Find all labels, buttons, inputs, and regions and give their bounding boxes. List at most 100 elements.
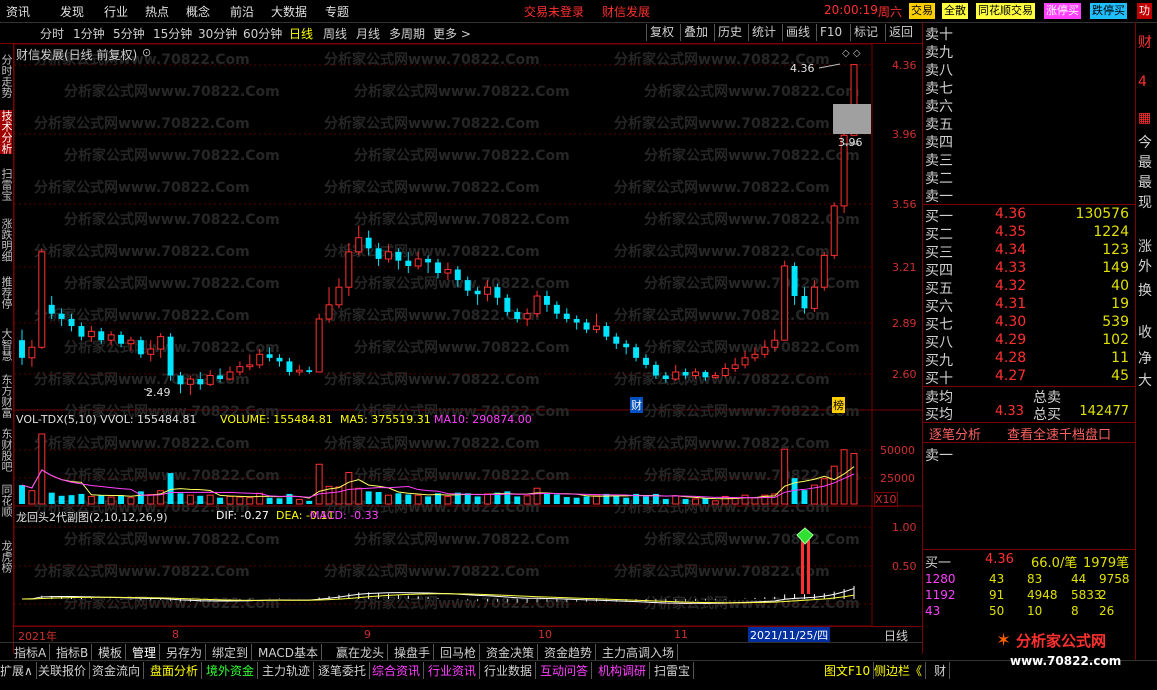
bottom-toolbar-item[interactable]: 综合资讯	[372, 662, 425, 679]
buy-level-row[interactable]: 买五 4.32 40	[923, 278, 1135, 297]
tab-multi-period[interactable]: 多周期	[389, 25, 425, 42]
indicator-toolbar-item[interactable]: 主力高调入场	[602, 644, 679, 661]
tab-30min[interactable]: 30分钟	[198, 25, 237, 42]
tab-monthly[interactable]: 月线	[356, 25, 380, 42]
left-tab-dragon-tiger[interactable]: 龙虎榜	[0, 540, 13, 573]
tab-5min[interactable]: 5分钟	[113, 25, 145, 42]
buy-level-row[interactable]: 买十 4.27 45	[923, 368, 1135, 387]
left-tab-recommend[interactable]: 推荐停	[0, 276, 13, 309]
bottom-toolbar-item[interactable]: 财	[934, 662, 951, 679]
menu-discover[interactable]: 发现	[60, 3, 84, 20]
buy-level-row[interactable]: 买四 4.33 149	[923, 260, 1135, 279]
indicator-toolbar-item[interactable]: 管理	[132, 644, 161, 661]
login-status[interactable]: 交易未登录	[524, 3, 584, 20]
bottom-toolbar-item[interactable]: 行业资讯	[428, 662, 481, 679]
bottom-toolbar-item[interactable]: 主力轨迹	[262, 662, 315, 679]
function-button[interactable]: 功	[1137, 3, 1152, 19]
indicator-toolbar-item[interactable]: 另存为	[166, 644, 207, 661]
bottom-toolbar-item[interactable]: 行业数据	[484, 662, 537, 679]
back-button[interactable]: 返回	[885, 24, 913, 41]
mark-button[interactable]: 标记	[850, 24, 878, 41]
sell-level-row[interactable]: 卖六	[923, 96, 1135, 115]
indicator-toolbar-item[interactable]: 绑定到	[212, 644, 253, 661]
buy-level-row[interactable]: 买九 4.28 11	[923, 350, 1135, 369]
menu-topic[interactable]: 专题	[325, 3, 349, 20]
bottom-toolbar-item[interactable]: 机构调研	[598, 662, 651, 679]
left-tab-ths[interactable]: 同花顺	[0, 484, 13, 517]
bottom-toolbar-item[interactable]: 关联报价	[38, 662, 91, 679]
bottom-toolbar-item[interactable]: 盘面分析	[150, 662, 203, 679]
left-tab-technical[interactable]: 技术分析	[0, 110, 13, 154]
tab-15min[interactable]: 15分钟	[153, 25, 192, 42]
tab-more[interactable]: 更多 >	[433, 25, 471, 42]
tab-daily[interactable]: 日线	[289, 25, 313, 42]
left-tab-minesweeper[interactable]: 扫雷宝	[0, 168, 13, 201]
sell-level-row[interactable]: 卖一	[923, 186, 1135, 205]
bottom-toolbar-item[interactable]: 侧边栏《	[874, 662, 927, 679]
menu-bigdata[interactable]: 大数据	[271, 3, 307, 20]
sell-level-row[interactable]: 卖二	[923, 168, 1135, 187]
menu-news[interactable]: 资讯	[6, 3, 30, 20]
left-tab-intraday[interactable]: 分时走势	[0, 54, 13, 98]
bottom-toolbar-item[interactable]: 扫雷宝	[654, 662, 695, 679]
bottom-toolbar-item[interactable]: 互动问答	[540, 662, 593, 679]
bottom-toolbar-item[interactable]: 逐笔委托	[318, 662, 371, 679]
indicator-toolbar-item[interactable]: MACD基本	[258, 644, 322, 661]
indicator-toolbar-item[interactable]: 指标A	[14, 644, 51, 661]
draw-line-button[interactable]: 画线	[782, 24, 810, 41]
sell-level-row[interactable]: 卖十	[923, 24, 1135, 43]
sell-level-row[interactable]: 卖九	[923, 42, 1135, 61]
indicator-toolbar-item[interactable]: 赢在龙头	[336, 644, 389, 661]
bottom-toolbar-item[interactable]: 图文F10	[824, 662, 875, 679]
tab-tick-analysis[interactable]: 逐笔分析	[929, 424, 981, 443]
indicator-toolbar-item[interactable]: 回马枪	[440, 644, 481, 661]
buy-level-row[interactable]: 买七 4.30 539	[923, 314, 1135, 333]
left-tab-detail[interactable]: 涨跌明细	[0, 218, 13, 262]
buy-level-row[interactable]: 买三 4.34 123	[923, 242, 1135, 261]
chart-area[interactable]: 分析家公式网www.70822.Com 分析家公式网www.70822.Com 分析…	[14, 44, 922, 626]
bottom-toolbar-item[interactable]: 扩展∧	[0, 662, 37, 679]
buy-level-row[interactable]: 买六 4.31 19	[923, 296, 1135, 315]
sell-level-row[interactable]: 卖八	[923, 60, 1135, 79]
sell-level-row[interactable]: 卖五	[923, 114, 1135, 133]
ths-trade-button[interactable]: 同花顺交易	[976, 3, 1035, 19]
left-tab-dzh[interactable]: 大智慧	[0, 328, 13, 361]
sell-level-row[interactable]: 卖七	[923, 78, 1135, 97]
restore-rights-button[interactable]: 复权	[646, 24, 674, 41]
menu-concept[interactable]: 概念	[186, 3, 210, 20]
trade-button[interactable]: 交易	[909, 3, 935, 19]
all-scatter-button[interactable]: 全散	[942, 3, 968, 19]
collapse-icon[interactable]: ⊙	[142, 46, 151, 59]
chart-canvas[interactable]: 分析家公式网www.70822.Com 分析家公式网www.70822.Com 分析…	[14, 44, 922, 626]
menu-frontier[interactable]: 前沿	[230, 3, 254, 20]
buy-level-row[interactable]: 买一 4.36 130576	[923, 206, 1135, 225]
overlay-button[interactable]: 叠加	[680, 24, 708, 41]
left-tab-guba[interactable]: 东财股吧	[0, 428, 13, 472]
indicator-toolbar-item[interactable]: 指标B	[56, 644, 93, 661]
tab-weekly[interactable]: 周线	[323, 25, 347, 42]
stats-button[interactable]: 统计	[748, 24, 776, 41]
indicator-toolbar-item[interactable]: 操盘手	[394, 644, 435, 661]
menu-hot[interactable]: 热点	[145, 3, 169, 20]
buy-level-row[interactable]: 买八 4.29 102	[923, 332, 1135, 351]
indicator-toolbar-item[interactable]: 资金决策	[486, 644, 539, 661]
tab-60min[interactable]: 60分钟	[243, 25, 282, 42]
f10-button[interactable]: F10	[816, 24, 842, 41]
limit-up-buy-button[interactable]: 涨停买	[1044, 3, 1081, 19]
bottom-toolbar-item[interactable]: 境外资金	[206, 662, 259, 679]
sell-level-row[interactable]: 卖四	[923, 132, 1135, 151]
history-button[interactable]: 历史	[714, 24, 742, 41]
sell-level-row[interactable]: 卖三	[923, 150, 1135, 169]
buy-level-row[interactable]: 买二 4.35 1224	[923, 224, 1135, 243]
dragon-tiger-marker[interactable]: 榜	[832, 397, 845, 413]
indicator-toolbar-item[interactable]: 资金趋势	[544, 644, 597, 661]
tab-intraday[interactable]: 分时	[40, 25, 64, 42]
menu-industry[interactable]: 行业	[104, 3, 128, 20]
tab-full-depth[interactable]: 查看全速千档盘口	[1007, 424, 1111, 443]
finance-marker[interactable]: 财	[630, 397, 643, 413]
tab-1min[interactable]: 1分钟	[73, 25, 105, 42]
bottom-toolbar-item[interactable]: 资金流向	[92, 662, 145, 679]
indicator-toolbar-item[interactable]: 模板	[98, 644, 127, 661]
left-tab-eastmoney[interactable]: 东方财富	[0, 374, 13, 418]
limit-down-buy-button[interactable]: 跌停买	[1090, 3, 1127, 19]
